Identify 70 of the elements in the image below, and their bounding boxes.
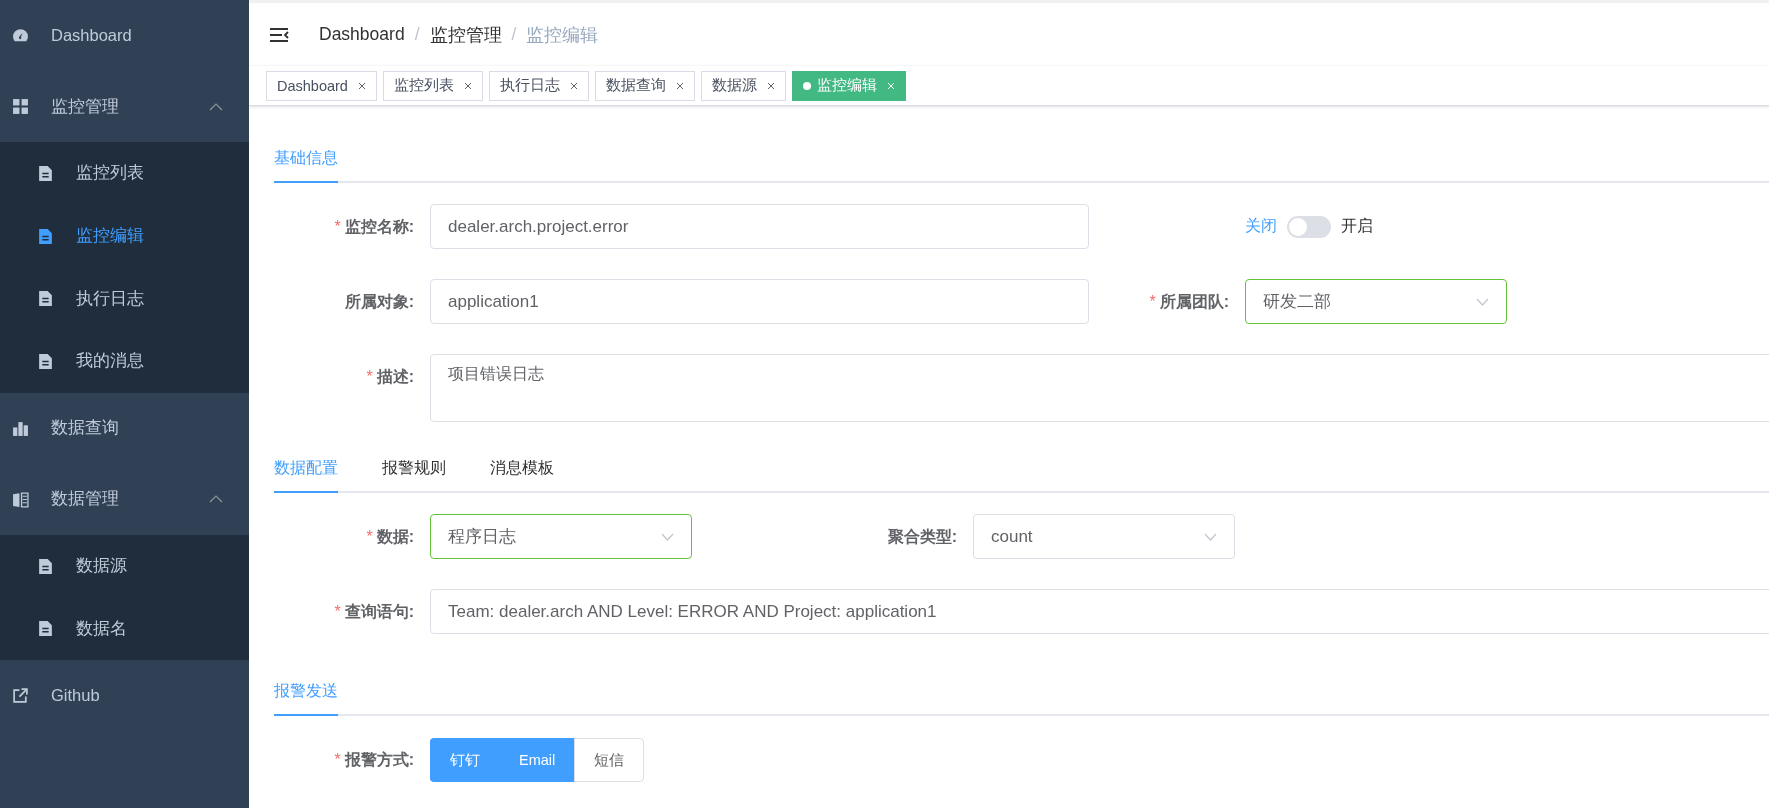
chevron-down-icon xyxy=(1476,297,1489,306)
chevron-down-icon xyxy=(661,532,674,541)
breadcrumb-link[interactable]: Dashboard xyxy=(319,24,405,45)
document-icon xyxy=(37,227,54,245)
select-field[interactable]: 研发二部 xyxy=(1245,279,1507,324)
field-label: * 监控名称: xyxy=(334,218,414,235)
field-label: * 查询语句: xyxy=(334,603,414,620)
document-icon xyxy=(37,557,54,575)
required-mark: * xyxy=(334,218,341,235)
field-label: * 所属团队: xyxy=(1149,293,1229,310)
field-label: * 描述: xyxy=(366,368,414,385)
dashboard-icon xyxy=(12,27,29,44)
required-mark: * xyxy=(366,368,373,385)
required-mark: * xyxy=(366,528,373,545)
bar-chart-icon xyxy=(12,419,29,437)
book-icon xyxy=(12,490,29,508)
close-icon xyxy=(675,81,684,90)
form-tab[interactable]: 消息模板 xyxy=(490,458,554,493)
sidebar-item[interactable]: 监控编辑 xyxy=(0,204,249,268)
field-label: 聚合类型: xyxy=(887,528,957,545)
switch-off-label: 关闭 xyxy=(1245,216,1277,236)
document-icon xyxy=(37,164,54,182)
input-field[interactable]: Team: dealer.arch AND Level: ERROR AND Project: application1 xyxy=(430,589,1769,634)
input-field[interactable]: dealer.arch.project.error xyxy=(430,204,1089,249)
breadcrumb-current: 监控编辑 xyxy=(526,23,599,47)
sidebar-item[interactable]: 数据名 xyxy=(0,597,249,661)
close-icon xyxy=(463,81,472,90)
tag[interactable]: 数据源 xyxy=(700,70,786,101)
chevron-down-icon xyxy=(1204,532,1217,541)
external-link-icon xyxy=(12,687,29,705)
tag[interactable]: 数据查询 xyxy=(594,70,695,101)
close-icon xyxy=(886,81,895,90)
required-mark: * xyxy=(334,751,341,768)
select-field[interactable]: 程序日志 xyxy=(430,514,692,559)
sidebar-item[interactable]: Dashboard xyxy=(0,0,249,71)
tag[interactable]: 监控列表 xyxy=(382,70,483,101)
required-mark: * xyxy=(334,603,341,620)
input-field[interactable]: application1 xyxy=(430,279,1089,324)
tag[interactable]: Dashboard xyxy=(266,70,377,101)
document-icon xyxy=(37,620,54,638)
document-icon xyxy=(37,290,54,308)
breadcrumb-link[interactable]: 监控管理 xyxy=(429,22,502,47)
sidebar-item[interactable]: 数据源 xyxy=(0,534,249,598)
grid-icon xyxy=(12,98,29,115)
tag[interactable]: 执行日志 xyxy=(488,70,589,101)
sidebar-item[interactable]: 数据查询 xyxy=(0,392,249,464)
toggle-switch[interactable] xyxy=(1287,215,1331,238)
field-label: * 数据: xyxy=(366,528,414,545)
close-icon xyxy=(357,81,366,90)
required-mark: * xyxy=(1149,293,1156,310)
form-tab[interactable]: 报警规则 xyxy=(382,458,446,493)
menu-icon xyxy=(269,26,289,43)
document-icon xyxy=(37,352,54,370)
breadcrumb-separator: / xyxy=(511,24,517,45)
close-icon xyxy=(766,81,775,90)
field-label: * 报警方式: xyxy=(334,751,414,768)
select-field[interactable]: count xyxy=(973,514,1235,559)
sidebar-item[interactable]: 监控管理 xyxy=(0,71,249,142)
option-button[interactable]: 短信 xyxy=(574,738,645,782)
sidebar-item[interactable]: 监控列表 xyxy=(0,142,249,205)
sidebar-item[interactable]: Github xyxy=(0,660,249,732)
breadcrumb-separator: / xyxy=(414,24,420,45)
close-icon xyxy=(569,81,578,90)
sidebar-item[interactable]: 执行日志 xyxy=(0,267,249,331)
sidebar-item[interactable]: 我的消息 xyxy=(0,330,249,393)
sidebar-item[interactable]: 数据管理 xyxy=(0,463,249,535)
textarea-field[interactable]: 项目错误日志 xyxy=(430,354,1769,422)
active-dot-icon xyxy=(802,81,811,90)
field-label: 所属对象: xyxy=(344,293,414,310)
switch-on-label: 开启 xyxy=(1341,216,1373,236)
